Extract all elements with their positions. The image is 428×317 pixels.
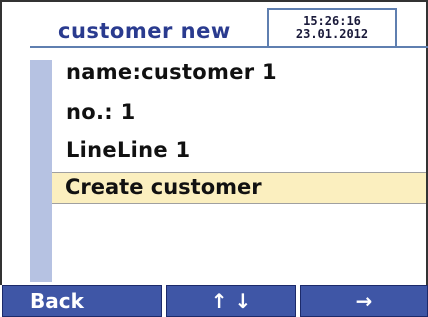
softkey-bar: Back ↑ ↓ →	[0, 285, 428, 317]
up-down-button[interactable]: ↑ ↓	[166, 285, 296, 317]
create-customer-label: Create customer	[65, 175, 262, 199]
left-accent-bar	[30, 60, 52, 282]
up-down-arrows-icon: ↑ ↓	[210, 289, 252, 313]
list-item-create-customer[interactable]: Create customer	[52, 172, 426, 204]
back-button-label: Back	[30, 289, 84, 313]
device-screen: customer new 15:26:16 23.01.2012 name:cu…	[0, 0, 428, 317]
back-button[interactable]: Back	[2, 285, 162, 317]
page-title: customer new	[58, 19, 231, 43]
clock-date: 23.01.2012	[295, 27, 369, 41]
list-item-line[interactable]: LineLine 1	[66, 138, 190, 162]
right-arrow-icon: →	[355, 289, 373, 313]
clock-box: 15:26:16 23.01.2012	[267, 8, 397, 48]
header-divider	[30, 46, 428, 48]
next-button[interactable]: →	[300, 285, 428, 317]
left-frame-border	[0, 0, 2, 317]
list-item-number[interactable]: no.: 1	[66, 100, 135, 124]
top-frame-border	[0, 0, 428, 2]
list-item-name[interactable]: name:customer 1	[66, 60, 277, 84]
